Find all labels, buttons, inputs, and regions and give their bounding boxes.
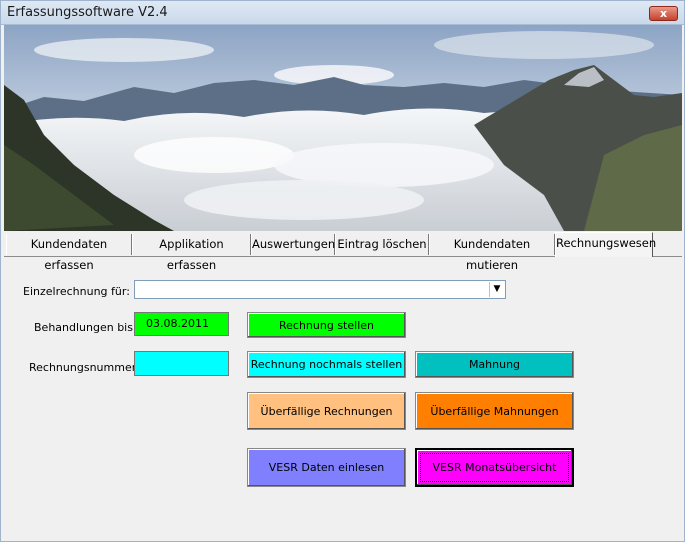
button-label: Überfällige Mahnungen bbox=[430, 404, 559, 418]
app-window: Erfassungssoftware V2.4 x Kundendaten er… bbox=[0, 0, 685, 542]
tab-strip: Kundendaten erfassen Applikation erfasse… bbox=[4, 232, 682, 272]
einzelrechnung-label: Einzelrechnung für: bbox=[23, 285, 130, 298]
button-label: Überfällige Rechnungen bbox=[260, 404, 393, 418]
tab-label: Rechnungswesen bbox=[556, 236, 657, 250]
tab-label: Applikation erfassen bbox=[159, 237, 224, 272]
behandlungen-date-value: 03.08.2011 bbox=[146, 317, 209, 330]
mountain-landscape-image bbox=[4, 25, 682, 231]
ueberfaellige-mahnungen-button[interactable]: Überfällige Mahnungen bbox=[415, 392, 574, 430]
button-label: Rechnung nochmals stellen bbox=[250, 358, 403, 371]
tab-kundendaten-mutieren[interactable]: Kundendaten mutieren bbox=[429, 234, 555, 272]
vesr-daten-einlesen-button[interactable]: VESR Daten einlesen bbox=[247, 448, 406, 487]
tab-auswertungen[interactable]: Auswertungen bbox=[251, 234, 335, 255]
tab-label: Auswertungen bbox=[252, 237, 336, 251]
banner-image bbox=[4, 25, 682, 231]
button-label: Rechnung stellen bbox=[279, 318, 374, 332]
button-label: Mahnung bbox=[468, 358, 521, 371]
tab-label: Eintrag löschen bbox=[337, 237, 427, 251]
window-title: Erfassungssoftware V2.4 bbox=[7, 5, 168, 20]
title-bar: Erfassungssoftware V2.4 x bbox=[1, 1, 684, 25]
dropdown-arrow-button[interactable]: ▼ bbox=[489, 282, 504, 297]
rechnung-stellen-button[interactable]: Rechnung stellen bbox=[247, 312, 406, 338]
rechnungsnummer-label: Rechnungsnummer: bbox=[29, 361, 140, 374]
tab-label: Kundendaten mutieren bbox=[453, 237, 531, 272]
rechnungsnummer-field[interactable] bbox=[134, 351, 229, 376]
tab-rechnungswesen[interactable]: Rechnungswesen bbox=[555, 232, 657, 257]
behandlungen-label: Behandlungen bis: bbox=[34, 321, 137, 334]
close-button[interactable]: x bbox=[649, 6, 678, 21]
close-icon: x bbox=[659, 7, 668, 20]
tab-applikation-erfassen[interactable]: Applikation erfassen bbox=[132, 234, 251, 272]
vesr-monatsuebersicht-button[interactable]: VESR Monatsübersicht bbox=[415, 448, 574, 487]
einzelrechnung-combobox[interactable]: ▼ bbox=[134, 280, 506, 299]
tab-kundendaten-erfassen[interactable]: Kundendaten erfassen bbox=[6, 234, 132, 272]
tab-label: Kundendaten erfassen bbox=[30, 237, 108, 272]
rechnung-nochmals-stellen-button[interactable]: Rechnung nochmals stellen bbox=[247, 351, 406, 378]
mahnung-button[interactable]: Mahnung bbox=[415, 351, 574, 378]
ueberfaellige-rechnungen-button[interactable]: Überfällige Rechnungen bbox=[247, 392, 406, 430]
behandlungen-date-field[interactable]: 03.08.2011 bbox=[134, 312, 229, 336]
chevron-down-icon: ▼ bbox=[493, 284, 501, 294]
focus-ring bbox=[420, 453, 569, 482]
button-label: VESR Daten einlesen bbox=[268, 461, 385, 474]
tab-eintrag-loeschen[interactable]: Eintrag löschen bbox=[335, 234, 429, 255]
